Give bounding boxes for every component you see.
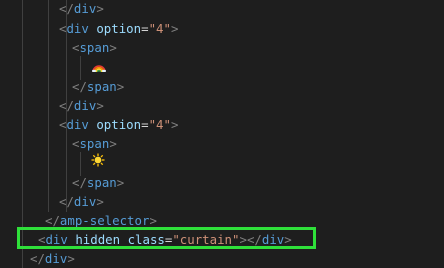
code-token: option (96, 21, 142, 36)
code-token: amp-selector (59, 213, 150, 228)
highlight-box (17, 227, 316, 249)
code-line-close-div[interactable]: </div> (59, 0, 104, 18)
code-line-close-div[interactable]: </div> (59, 192, 104, 211)
indent-guide (48, 0, 49, 212)
code-token: </ (45, 213, 60, 228)
code-editor[interactable]: </div> <div option="4"> <span> </span> <… (0, 0, 444, 268)
code-line-span-close[interactable]: </span> (72, 77, 124, 96)
code-token: > (96, 1, 104, 16)
sun-emoji-icon (91, 153, 105, 167)
code-token: div (73, 98, 97, 113)
code-token: div (66, 117, 89, 132)
code-token: > (67, 251, 75, 266)
code-line-div-option[interactable]: <div option="4"> (59, 115, 178, 134)
code-token: </ (30, 251, 45, 266)
code-token: > (149, 213, 157, 228)
code-token: > (116, 79, 125, 94)
code-token: </ (59, 1, 74, 16)
code-token: "4" (148, 117, 171, 132)
code-line-span-close[interactable]: </span> (72, 173, 124, 192)
code-token: div (44, 251, 68, 266)
code-token: > (116, 175, 125, 190)
code-token: > (170, 21, 179, 36)
code-token: > (96, 98, 104, 113)
code-line-div-option[interactable]: <div option="4"> (59, 19, 178, 38)
code-token: > (96, 194, 104, 209)
code-token: = (141, 21, 149, 36)
code-token: </ (72, 175, 87, 190)
code-line-span-open[interactable]: <span> (72, 134, 117, 153)
code-line-span-open[interactable]: <span> (72, 38, 117, 57)
rainbow-emoji-icon (92, 65, 106, 72)
code-token: div (73, 194, 97, 209)
code-token: > (170, 117, 179, 132)
code-token: </ (59, 98, 74, 113)
code-token: = (141, 117, 149, 132)
code-token: </ (59, 194, 74, 209)
code-token: span (79, 136, 110, 151)
code-line-close-div[interactable]: </div> (30, 249, 75, 268)
code-token: div (66, 21, 89, 36)
code-token: span (86, 79, 117, 94)
code-token: </ (72, 79, 87, 94)
code-token: > (109, 136, 117, 151)
code-token: option (96, 117, 142, 132)
code-token: span (86, 175, 117, 190)
code-line-close-div[interactable]: </div> (59, 96, 104, 115)
code-token: div (73, 1, 97, 16)
code-token: "4" (148, 21, 171, 36)
code-token: span (79, 40, 110, 55)
code-token: > (109, 40, 117, 55)
